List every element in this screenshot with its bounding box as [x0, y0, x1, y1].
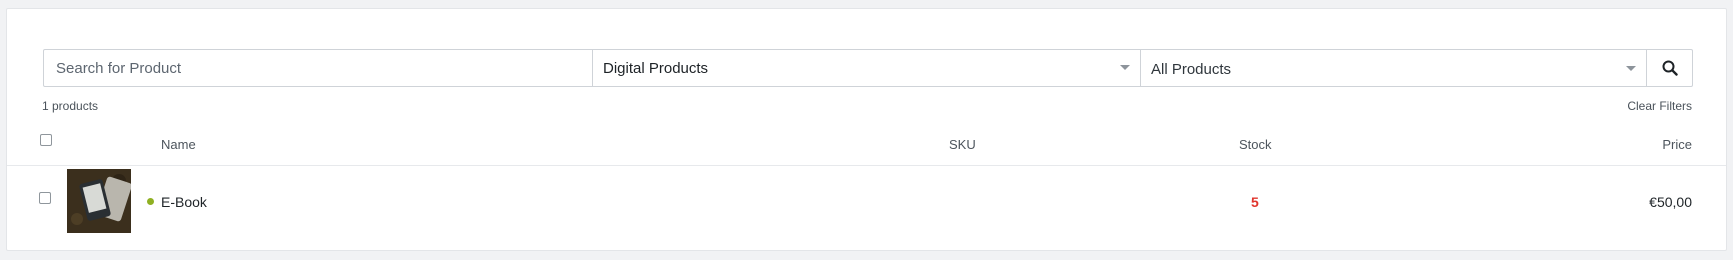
filter-bar: Digital Products All Products	[43, 49, 1693, 87]
product-list-card: Digital Products All Products 1 products…	[6, 8, 1727, 251]
chevron-down-icon	[1120, 65, 1130, 70]
row-checkbox[interactable]	[39, 192, 51, 204]
column-header-price[interactable]: Price	[1662, 137, 1692, 152]
category-select-value: Digital Products	[603, 59, 709, 77]
product-thumbnail[interactable]	[67, 169, 131, 233]
column-header-sku[interactable]: SKU	[949, 137, 976, 152]
search-button[interactable]	[1646, 50, 1692, 86]
table-header: Name SKU Stock Price	[7, 121, 1726, 166]
chevron-down-icon	[1626, 66, 1636, 71]
column-header-stock[interactable]: Stock	[1239, 137, 1272, 152]
category-select[interactable]: Digital Products	[592, 50, 1140, 86]
select-all-checkbox[interactable]	[40, 134, 52, 146]
search-icon	[1662, 60, 1678, 76]
product-price: €50,00	[1649, 194, 1692, 210]
product-scope-select[interactable]: All Products	[1140, 50, 1646, 86]
product-stock: 5	[1251, 194, 1259, 210]
table-row[interactable]: E-Book 5 €50,00	[7, 166, 1726, 236]
clear-filters-link[interactable]: Clear Filters	[1627, 99, 1692, 113]
search-input[interactable]	[44, 50, 592, 86]
product-count: 1 products	[42, 99, 99, 113]
product-scope-value: All Products	[1151, 60, 1232, 78]
ebook-reader-image	[67, 169, 131, 233]
product-name[interactable]: E-Book	[161, 194, 207, 210]
status-dot	[147, 198, 154, 205]
column-header-name[interactable]: Name	[161, 137, 196, 152]
